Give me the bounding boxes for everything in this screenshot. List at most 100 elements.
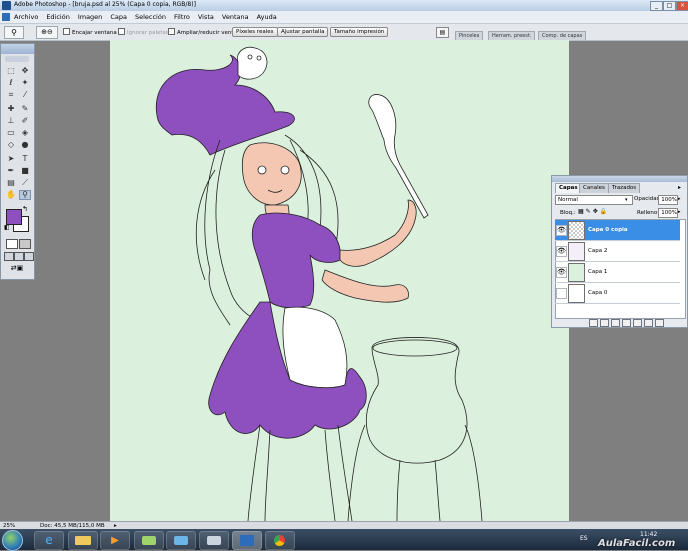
maximize-button[interactable]: □ <box>663 1 676 11</box>
tab-pinceles[interactable]: Pinceles <box>455 31 484 40</box>
menu-archivo[interactable]: Archivo <box>14 13 38 21</box>
blend-mode-select[interactable]: Normal ▾ <box>555 195 633 205</box>
eraser-tool-icon[interactable]: ▭ <box>5 128 17 138</box>
tab-canales[interactable]: Canales <box>579 183 609 193</box>
slice-tool-icon[interactable]: ⁄ <box>19 90 31 100</box>
magic-wand-icon[interactable]: ✦ <box>19 78 31 88</box>
foreground-color-swatch[interactable] <box>6 209 22 225</box>
app-taskbar-icon[interactable] <box>134 531 164 550</box>
fill-slider-arrow-icon[interactable]: ▸ <box>678 209 681 215</box>
marquee-tool-icon[interactable]: ⬚ <box>5 66 17 76</box>
fill-input[interactable]: 100% <box>658 208 678 218</box>
link-layers-icon[interactable] <box>589 319 598 327</box>
pen-tool-icon[interactable]: ✒ <box>5 166 17 176</box>
menu-ventana[interactable]: Ventana <box>222 13 249 21</box>
tab-trazados[interactable]: Trazados <box>608 183 641 193</box>
default-colors-icon[interactable]: ◧ <box>4 224 10 231</box>
options-bar: ⚲ ⊕⊖ Encajar ventana Ignorar paletas Amp… <box>0 24 688 41</box>
fit-window-checkbox[interactable]: Encajar ventana <box>63 28 117 36</box>
delete-layer-icon[interactable] <box>655 319 664 327</box>
layer-row[interactable]: · Capa 0 <box>555 283 680 304</box>
hand-tool-icon[interactable]: ✋ <box>5 190 17 200</box>
app2-taskbar-icon[interactable] <box>166 531 196 550</box>
panel-menu-icon[interactable]: ▸ <box>678 184 681 191</box>
window-title: Adobe Photoshop - [bruja.psd al 25% (Cap… <box>14 1 196 8</box>
tab-comp-capas[interactable]: Comp. de capas <box>538 31 587 40</box>
lock-icons[interactable]: ▦✎✥🔒 <box>578 208 609 215</box>
adjustment-layer-icon[interactable] <box>622 319 631 327</box>
minimize-button[interactable]: _ <box>650 1 663 11</box>
chrome-taskbar-icon[interactable] <box>265 531 295 550</box>
media-player-taskbar-icon[interactable]: ▶ <box>100 531 130 550</box>
layers-panel-header[interactable] <box>552 176 687 182</box>
shape-tool-icon[interactable]: ■ <box>19 166 31 176</box>
screen-mode-1-icon[interactable] <box>4 252 14 261</box>
ps-menu-icon[interactable] <box>2 13 10 21</box>
path-select-icon[interactable]: ➤ <box>5 154 17 164</box>
resize-window-label: Ampliar/reducir vent. <box>177 30 236 36</box>
move-tool-icon[interactable]: ✥ <box>19 66 31 76</box>
visibility-eye-hidden-icon[interactable]: · <box>556 288 567 299</box>
menu-edicion[interactable]: Edición <box>46 13 70 21</box>
jump-to-imageready-icon[interactable]: ⇄▣ <box>6 264 28 272</box>
swap-colors-icon[interactable]: ↰ <box>22 205 28 213</box>
adobe-online-icon[interactable] <box>5 56 29 62</box>
dodge-tool-icon[interactable]: ● <box>19 140 31 150</box>
menu-seleccion[interactable]: Selección <box>135 13 166 21</box>
fit-screen-button[interactable]: Ajustar pantalla <box>277 27 329 37</box>
app3-taskbar-icon[interactable] <box>199 531 229 550</box>
layer-row[interactable]: 👁 Capa 0 copia <box>555 220 680 241</box>
document-canvas[interactable] <box>110 40 569 521</box>
menu-imagen[interactable]: Imagen <box>78 13 102 21</box>
language-indicator[interactable]: ES <box>580 535 588 542</box>
eyedropper-icon[interactable]: ⟋ <box>19 178 31 188</box>
tab-capas[interactable]: Capas <box>555 183 582 193</box>
visibility-eye-icon[interactable]: 👁 <box>556 225 567 236</box>
layer-mask-icon[interactable] <box>611 319 620 327</box>
opacity-input[interactable]: 100% <box>658 195 678 205</box>
menu-filtro[interactable]: Filtro <box>174 13 190 21</box>
opacity-slider-arrow-icon[interactable]: ▸ <box>678 196 681 202</box>
fill-label: Relleno: <box>637 210 660 216</box>
photoshop-taskbar-icon[interactable] <box>232 531 262 550</box>
palette-well-icon[interactable]: ▤ <box>436 27 449 38</box>
zoom-tool-icon[interactable]: ⚲ <box>4 26 24 39</box>
new-layer-icon[interactable] <box>644 319 653 327</box>
blur-tool-icon[interactable]: ◇ <box>5 140 17 150</box>
explorer-taskbar-icon[interactable] <box>68 531 98 550</box>
visibility-eye-icon[interactable]: 👁 <box>556 246 567 257</box>
layer-row[interactable]: 👁 Capa 2 <box>555 241 680 262</box>
menu-capa[interactable]: Capa <box>110 13 127 21</box>
lasso-tool-icon[interactable]: ℓ <box>5 78 17 88</box>
menu-vista[interactable]: Vista <box>198 13 214 21</box>
tab-herram-preest[interactable]: Herram. preest. <box>488 31 536 40</box>
stamp-tool-icon[interactable]: ⊥ <box>5 116 17 126</box>
photoshop-icon <box>2 1 11 10</box>
start-button-icon[interactable] <box>2 530 23 551</box>
notes-tool-icon[interactable]: ▤ <box>5 178 17 188</box>
new-group-icon[interactable] <box>633 319 642 327</box>
zoom-in-out-icon[interactable]: ⊕⊖ <box>36 26 58 39</box>
layer-style-icon[interactable] <box>600 319 609 327</box>
menu-ayuda[interactable]: Ayuda <box>257 13 277 21</box>
layer-row[interactable]: 👁 Capa 1 <box>555 262 680 283</box>
visibility-eye-icon[interactable]: 👁 <box>556 267 567 278</box>
screen-mode-2-icon[interactable] <box>14 252 24 261</box>
zoom-tool-active-icon[interactable]: ⚲ <box>19 190 31 200</box>
ie-taskbar-icon[interactable]: e <box>34 531 64 550</box>
toolbox-header[interactable] <box>1 44 34 54</box>
type-tool-icon[interactable]: T <box>19 154 31 164</box>
quick-mask-icon[interactable] <box>19 239 31 249</box>
brush-tool-icon[interactable]: ✎ <box>19 104 31 114</box>
print-size-button[interactable]: Tamaño impresión <box>330 27 389 37</box>
resize-window-checkbox[interactable]: Ampliar/reducir vent. <box>168 28 235 36</box>
bucket-tool-icon[interactable]: ◈ <box>19 128 31 138</box>
actual-pixels-button[interactable]: Píxeles reales <box>232 27 278 37</box>
history-brush-icon[interactable]: ✐ <box>19 116 31 126</box>
close-button[interactable]: × <box>676 1 688 11</box>
crop-tool-icon[interactable]: ⌗ <box>5 90 17 100</box>
standard-mode-icon[interactable] <box>6 239 18 249</box>
ignore-palettes-checkbox[interactable]: Ignorar paletas <box>118 28 169 36</box>
screen-mode-3-icon[interactable] <box>24 252 34 261</box>
healing-brush-icon[interactable]: ✚ <box>5 104 17 114</box>
